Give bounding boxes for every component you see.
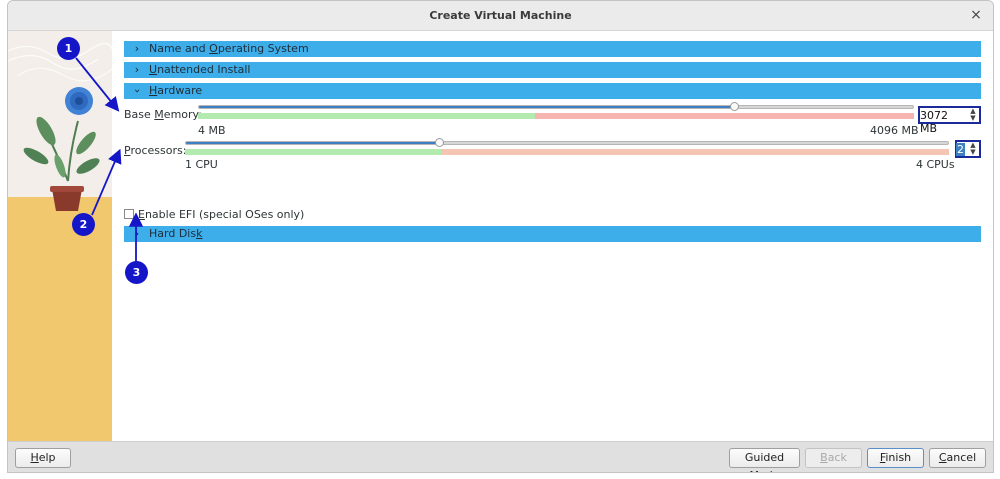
annotation-badge-1: 1	[57, 37, 80, 60]
annotation-arrows	[75, 57, 144, 262]
annotation-badge-3: 3	[125, 261, 148, 284]
annotation-badge-2: 2	[72, 213, 95, 236]
